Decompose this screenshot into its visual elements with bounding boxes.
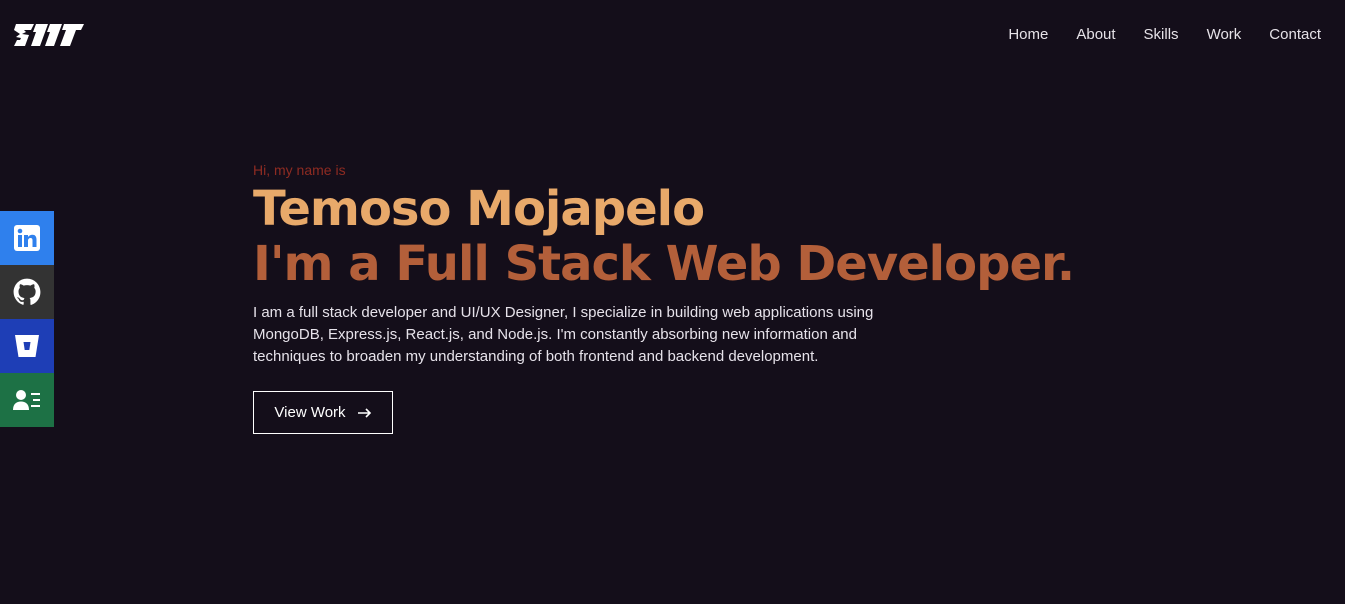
view-work-button[interactable]: View Work	[253, 391, 393, 434]
linkedin-icon	[14, 225, 40, 251]
github-icon	[13, 278, 41, 305]
hero-tagline: I'm a Full Stack Web Developer.	[253, 236, 1075, 292]
resume-icon	[13, 390, 40, 410]
main-nav: Home About Skills Work Contact	[980, 26, 1321, 44]
nav-skills[interactable]: Skills	[1144, 26, 1179, 44]
social-linkedin[interactable]	[0, 211, 54, 265]
view-work-label: View Work	[274, 404, 346, 421]
hero-name: Temoso Mojapelo	[253, 181, 705, 237]
site-logo[interactable]	[14, 24, 84, 46]
social-bitbucket[interactable]	[0, 319, 54, 373]
social-github[interactable]	[0, 265, 54, 319]
hero-section: Hi, my name is Temoso Mojapelo I'm a Ful…	[253, 160, 1113, 434]
nav-work[interactable]: Work	[1207, 26, 1242, 44]
nav-home[interactable]: Home	[1008, 26, 1048, 44]
social-resume[interactable]	[0, 373, 54, 427]
nav-about[interactable]: About	[1076, 26, 1115, 44]
bitbucket-icon	[15, 335, 39, 357]
hero-bio: I am a full stack developer and UI/UX De…	[253, 304, 874, 365]
nav-contact[interactable]: Contact	[1269, 26, 1321, 44]
social-sidebar	[0, 211, 54, 427]
arrow-right-icon	[357, 407, 371, 418]
greeting-text: Hi, my name is	[253, 162, 346, 178]
